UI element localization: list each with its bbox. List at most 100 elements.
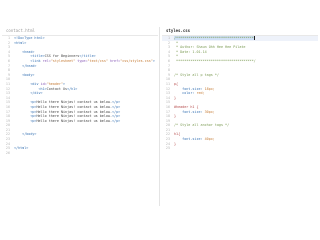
code-token: Hello there Ninjas! contact us below. xyxy=(36,114,112,119)
code-text: <div id="header"> xyxy=(14,82,65,86)
code-text: <p>Hello there Ninjas! contact us below.… xyxy=(14,119,120,123)
right-editor-pane[interactable]: styles.css 1/***************************… xyxy=(162,27,318,206)
code-area[interactable]: 1 <!DocType html> 2 <html> 3 4 <head> 5 <title… xyxy=(2,36,158,155)
code-text: <p>Hello there Ninjas! contact us below.… xyxy=(14,110,120,114)
code-text: </html> xyxy=(14,146,28,150)
code-token: > xyxy=(63,81,66,86)
tab-contact-html[interactable]: contact.html xyxy=(2,27,158,36)
code-text: </div> xyxy=(14,91,43,96)
left-editor-pane[interactable]: contact.html 1 <!DocType html> 2 <html> 3 4 <… xyxy=(2,27,158,206)
code-text: <!DocType html> xyxy=(14,36,45,40)
line-number: 25 xyxy=(165,146,170,151)
code-token: **************************************/ xyxy=(174,58,256,63)
code-token: p{ xyxy=(174,81,179,86)
code-token: </p> xyxy=(112,109,121,114)
code-text: * xyxy=(174,41,178,45)
code-token: <link xyxy=(30,58,43,63)
code-text: } xyxy=(174,114,176,118)
code-line[interactable]: 25 xyxy=(162,146,318,151)
code-token: red; xyxy=(196,91,205,96)
code-token: Hello there Ninjas! contact us below. xyxy=(36,109,112,114)
code-token: Hello there Ninjas! contact us below. xyxy=(36,104,112,109)
code-token: <body> xyxy=(22,72,35,77)
code-text: /* Style all anchor tags */ xyxy=(174,123,229,127)
code-token: <div xyxy=(30,81,41,86)
code-text: <p>Hello there Ninjas! contact us below.… xyxy=(14,105,120,109)
code-token: </html> xyxy=(14,146,29,151)
code-text: font-size: 40px; xyxy=(174,137,215,141)
pane-divider[interactable] xyxy=(159,27,160,206)
code-token: "stylesheet" xyxy=(50,58,76,63)
code-text: <h1>Contact Us</h1> xyxy=(14,86,78,91)
code-token: <html> xyxy=(14,40,27,45)
code-text: font-size: 30px; xyxy=(174,110,215,114)
code-text: <title>CSS for Beginners</title> xyxy=(14,54,96,59)
code-text: </body> xyxy=(14,132,36,136)
code-token: </p> xyxy=(112,114,121,119)
code-token: <!DocType html> xyxy=(14,36,45,40)
code-text: color: red; xyxy=(174,91,205,96)
code-text: } xyxy=(174,96,176,100)
code-text: <p>Hello there Ninjas! contact us below.… xyxy=(14,100,120,104)
code-token: <h1> xyxy=(38,86,47,91)
code-token: </title> xyxy=(79,54,96,59)
code-token: /************************************** xyxy=(174,36,254,40)
code-token: "header" xyxy=(46,81,64,86)
code-token: } xyxy=(174,95,177,100)
code-text: font-size: 18px; xyxy=(174,87,215,91)
code-text: <html> xyxy=(14,41,26,45)
code-token: /* Style all p tags */ xyxy=(174,72,219,77)
code-text: <link rel="stylesheet" type="text/css" h… xyxy=(14,59,155,63)
code-token: * Date: 1.01.14 xyxy=(174,49,207,54)
code-text: /************************************** xyxy=(174,36,254,40)
code-text: **************************************/ xyxy=(174,59,256,63)
code-token: type= xyxy=(75,58,88,63)
code-token: </div> xyxy=(30,91,43,96)
code-token: > xyxy=(152,58,155,63)
code-text: * Date: 1.01.14 xyxy=(174,50,207,54)
code-token: font-size: xyxy=(174,137,205,142)
code-area[interactable]: 1/**************************************… xyxy=(162,36,318,151)
code-token: </body> xyxy=(22,132,37,137)
code-token: * xyxy=(174,40,179,45)
code-token: Contact Us xyxy=(46,86,68,91)
code-token: </p> xyxy=(112,118,121,123)
code-text: #header h1 { xyxy=(174,105,199,109)
code-token: <title> xyxy=(30,54,45,59)
code-token: * Author: Shaun Ohh Hee Hee Pilate xyxy=(174,45,246,50)
code-line[interactable]: 26 xyxy=(2,151,158,156)
code-token: </p> xyxy=(112,100,121,105)
code-token: 40px; xyxy=(204,137,215,142)
code-text: h1{ xyxy=(174,132,180,136)
code-token: } xyxy=(174,114,177,119)
code-token: </p> xyxy=(112,104,121,109)
code-token: Hello there Ninjas! contact us below. xyxy=(36,100,112,105)
code-token: </h1> xyxy=(67,86,78,91)
code-text: <p>Hello there Ninjas! contact us below.… xyxy=(14,114,120,118)
code-token: "text/css" xyxy=(87,58,108,63)
tab-styles-css[interactable]: styles.css xyxy=(162,27,318,36)
code-token: Hello there Ninjas! contact us below. xyxy=(36,118,112,123)
code-token: font-size: xyxy=(174,109,205,114)
code-text: <head> xyxy=(14,50,34,54)
text-cursor xyxy=(253,36,255,40)
code-token: h1{ xyxy=(174,132,181,137)
code-token: 30px; xyxy=(204,109,215,114)
code-token: * xyxy=(174,54,179,59)
code-token: /* Style all anchor tags */ xyxy=(174,123,230,128)
line-number: 26 xyxy=(5,150,10,155)
code-token: CSS for Beginners xyxy=(44,54,80,59)
code-text: /* Style all p tags */ xyxy=(174,73,219,77)
code-token: } xyxy=(174,141,177,146)
